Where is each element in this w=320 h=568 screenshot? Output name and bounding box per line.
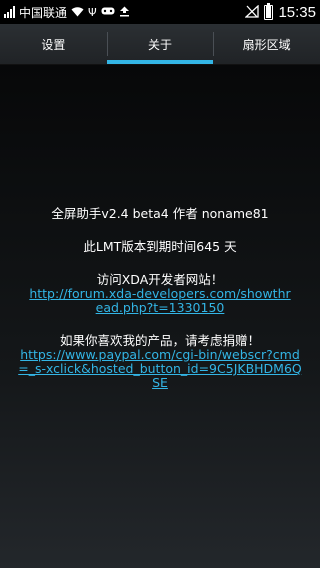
tab-settings[interactable]: 设置 [0,24,107,64]
app-title-line: 全屏助手v2.4 beta4 作者 noname81 [51,206,269,221]
battery-icon [264,2,274,20]
tab-about-label: 关于 [148,37,173,52]
usb-icon: Ψ [88,5,97,19]
forum-link[interactable]: http://forum.xda-developers.com/showthre… [29,287,291,315]
status-bar: 中国联通 Ψ 15:35 [0,0,320,24]
tab-sector-area-label: 扇形区域 [242,37,291,52]
expiry-line: 此LMT版本到期时间645 天 [83,239,237,254]
carrier-name: 中国联通 [19,5,68,20]
status-left: 中国联通 Ψ [0,4,130,21]
status-right: 15:35 [244,2,320,21]
clock: 15:35 [278,3,316,21]
tab-sector-area[interactable]: 扇形区域 [213,24,320,64]
upload-icon [119,6,130,19]
tab-settings-label: 设置 [41,37,66,52]
battery-fill [266,5,272,18]
game-controller-icon [101,6,115,18]
forum-prompt: 访问XDA开发者网站！ [96,272,224,287]
wifi-icon [71,6,84,19]
no-signal-icon [244,4,260,20]
donate-link[interactable]: https://www.paypal.com/cgi-bin/webscr?cm… [15,348,305,390]
tab-about[interactable]: 关于 [106,24,214,64]
signal-strength-icon [4,6,15,18]
tab-bar: 设置 关于 扇形区域 [0,24,320,65]
about-content: 全屏助手v2.4 beta4 作者 noname81 此LMT版本到期时间645… [0,65,320,568]
donate-prompt: 如果你喜欢我的产品，请考虑捐赠！ [59,333,260,348]
